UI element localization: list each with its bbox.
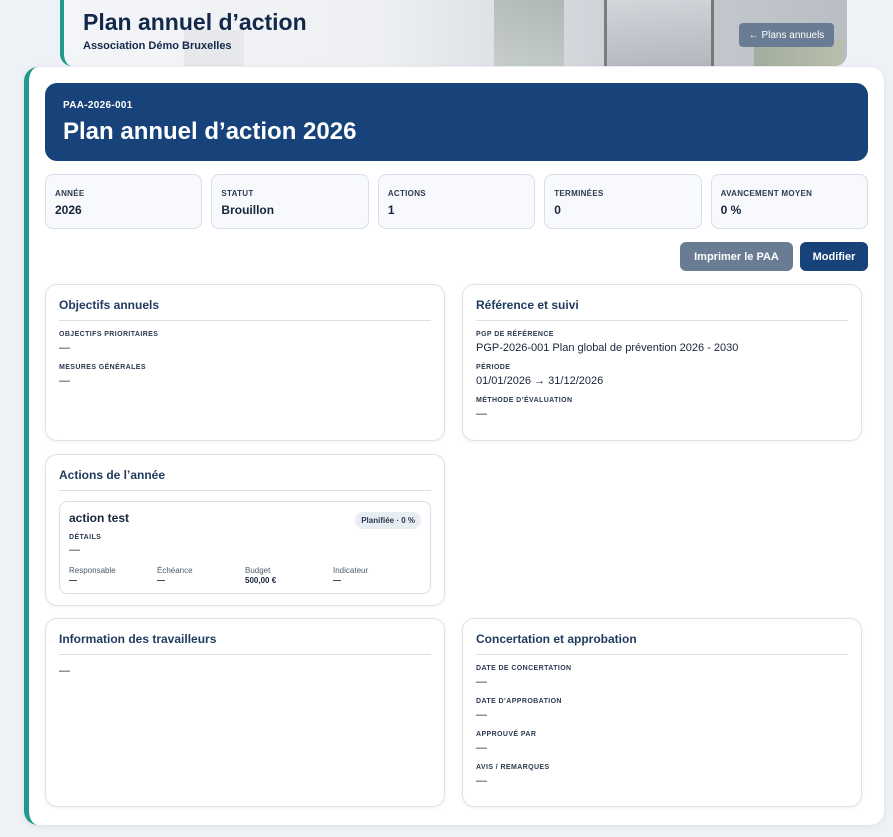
plan-detail-card: PAA-2026-001 Plan annuel d’action 2026 A… (24, 67, 884, 825)
banner-photo-detail (494, 0, 564, 66)
stat-label: STATUT (221, 189, 254, 198)
field-value: — (476, 408, 487, 420)
stat-label: TERMINÉES (554, 189, 604, 198)
meta-value: — (157, 576, 165, 585)
workers-information-panel: Information des travailleurs — (45, 618, 445, 807)
meta-label: Budget (245, 566, 271, 575)
meta-value: — (69, 576, 77, 585)
panel-title: Information des travailleurs (59, 632, 431, 655)
meta-indicator: Indicateur — (333, 566, 421, 585)
meta-value: 500,00 € (245, 576, 277, 585)
field-value: 01/01/2026 → 31/12/2026 (476, 375, 604, 387)
field-label: DATE DE CONCERTATION (476, 665, 572, 672)
banner-photo-detail (604, 0, 714, 66)
plan-title: Plan annuel d’action 2026 (63, 118, 357, 145)
field-label: DÉTAILS (69, 534, 102, 541)
stat-label: AVANCEMENT MOYEN (720, 189, 813, 198)
stats-row: ANNÉE 2026 STATUT Brouillon ACTIONS 1 TE… (45, 174, 869, 229)
field-value: — (476, 742, 487, 754)
back-to-plans-button[interactable]: ← Plans annuels (739, 23, 834, 47)
action-meta: Responsable — Échéance — Budget 500,00 €… (69, 566, 421, 585)
stat-average-progress: AVANCEMENT MOYEN 0 % (710, 174, 869, 229)
page-title: Plan annuel d’action (83, 9, 307, 35)
stat-label: ACTIONS (387, 189, 426, 198)
field-value: — (476, 709, 487, 721)
meta-value: — (333, 576, 341, 585)
stat-value: 2026 (55, 203, 82, 217)
stat-completed: TERMINÉES 0 (544, 174, 702, 229)
plan-header: PAA-2026-001 Plan annuel d’action 2026 (45, 83, 868, 161)
field-value: — (69, 544, 80, 556)
organization-name: Association Démo Bruxelles (83, 40, 232, 52)
field-value: — (476, 676, 487, 688)
meta-label: Indicateur (333, 566, 369, 575)
year-actions-panel: Actions de l’année action test Planifiée… (45, 454, 445, 606)
meta-label: Responsable (69, 566, 116, 575)
field-label: OBJECTIFS PRIORITAIRES (59, 331, 159, 338)
stat-value: Brouillon (221, 203, 275, 217)
stat-status: STATUT Brouillon (211, 174, 369, 229)
field-value: — (59, 375, 70, 387)
meta-budget: Budget 500,00 € (245, 566, 333, 585)
stat-value: 0 % (720, 203, 742, 217)
panel-title: Concertation et approbation (476, 632, 848, 655)
field-label: PGP DE RÉFÉRENCE (476, 331, 554, 338)
objectives-panel: Objectifs annuels OBJECTIFS PRIORITAIRES… (45, 284, 445, 441)
status-badge: Planifiée · 0 % (355, 512, 421, 529)
field-value: — (476, 775, 487, 787)
panel-title: Objectifs annuels (59, 298, 431, 321)
consultation-approval-panel: Concertation et approbation DATE DE CONC… (462, 618, 862, 807)
panel-title: Référence et suivi (476, 298, 848, 321)
field-label: DATE D’APPROBATION (476, 698, 562, 705)
field-label: AVIS / REMARQUES (476, 764, 550, 771)
toolbar: Imprimer le PAA Modifier (680, 242, 868, 271)
field-label: MESURES GÉNÉRALES (59, 364, 146, 371)
stat-value: 0 (554, 203, 561, 217)
print-button[interactable]: Imprimer le PAA (680, 242, 793, 271)
edit-button[interactable]: Modifier (800, 242, 868, 271)
stat-year: ANNÉE 2026 (45, 174, 203, 229)
meta-deadline: Échéance — (157, 566, 245, 585)
meta-responsible: Responsable — (69, 566, 157, 585)
meta-label: Échéance (157, 566, 193, 575)
field-label: MÉTHODE D’ÉVALUATION (476, 397, 573, 404)
plan-reference: PAA-2026-001 (63, 100, 133, 111)
stat-value: 1 (387, 203, 395, 217)
action-card[interactable]: action test Planifiée · 0 % DÉTAILS — Re… (59, 501, 431, 594)
field-value: — (59, 665, 70, 677)
stat-actions: ACTIONS 1 (377, 174, 536, 229)
field-value: — (59, 342, 70, 354)
field-value: PGP-2026-001 Plan global de prévention 2… (476, 342, 739, 354)
reference-panel: Référence et suivi PGP DE RÉFÉRENCE PGP-… (462, 284, 862, 441)
page-banner: Plan annuel d’action Association Démo Br… (60, 0, 847, 66)
field-label: APPROUVÉ PAR (476, 731, 537, 738)
stat-label: ANNÉE (55, 189, 85, 198)
field-label: PÉRIODE (476, 364, 511, 371)
panel-title: Actions de l’année (59, 468, 431, 491)
